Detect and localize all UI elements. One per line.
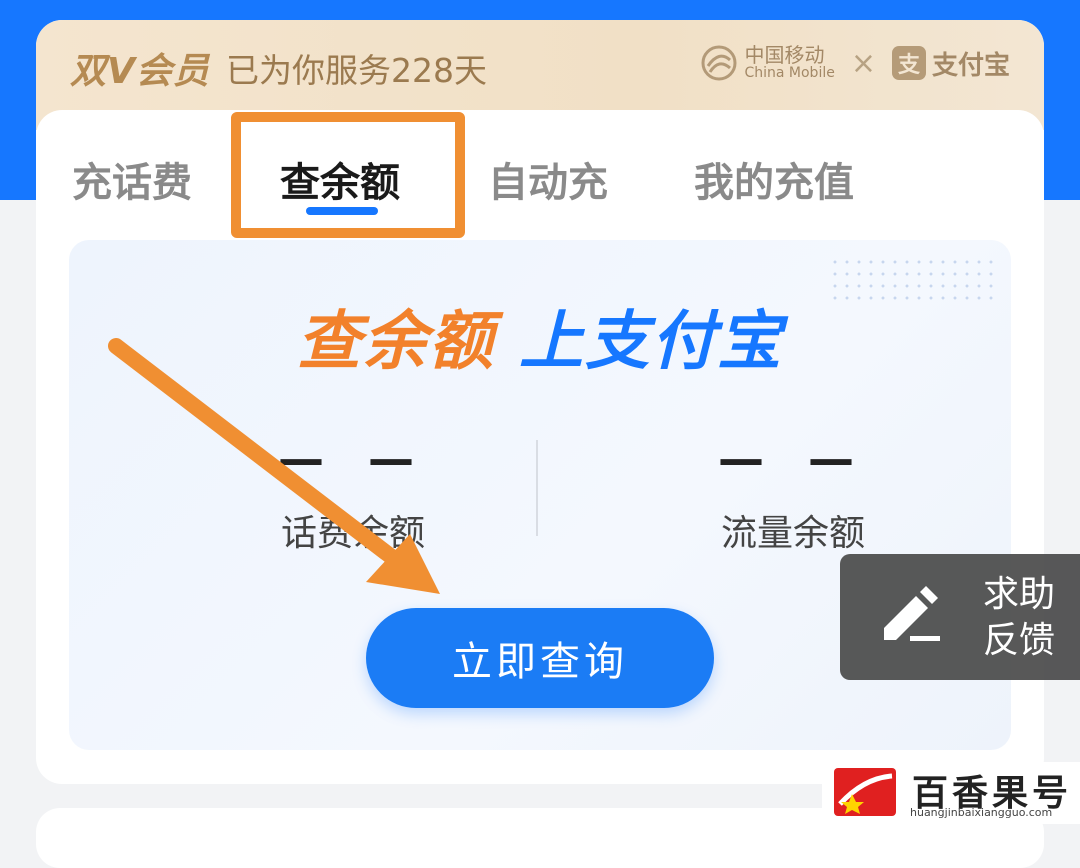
- pencil-icon: [884, 586, 940, 641]
- phone-balance-stat: — — 话费余额: [203, 432, 503, 556]
- phone-balance-value: — —: [277, 432, 428, 486]
- china-mobile-icon: [701, 45, 737, 81]
- tab-recharge[interactable]: 充话费: [72, 150, 192, 208]
- slogan: 查余额 上支付宝: [69, 290, 1011, 382]
- times-symbol: ×: [850, 45, 876, 81]
- partner-logos: 中国移动 China Mobile × 支 支付宝: [700, 44, 1010, 82]
- watermark: 百香果号 huangjinbaixiangguo.com: [822, 762, 1080, 824]
- slogan-check-balance: 查余额: [296, 305, 495, 379]
- china-mobile-cn: 中国移动: [744, 43, 825, 68]
- stat-divider: [536, 440, 538, 536]
- query-now-button[interactable]: 立即查询: [366, 608, 714, 708]
- tab-my-recharges[interactable]: 我的充值: [694, 150, 854, 208]
- phone-balance-label: 话费余额: [280, 513, 425, 554]
- vip-title: 双V会员: [70, 51, 210, 92]
- watermark-logo-icon: [834, 768, 896, 816]
- feedback-line2: 反馈: [982, 620, 1055, 661]
- china-mobile-logo: 中国移动 China Mobile: [700, 43, 835, 82]
- tab-bar: 充话费 查余额 自动充 我的充值: [36, 110, 1044, 240]
- alipay-text: 支付宝: [931, 50, 1010, 81]
- tab-auto-recharge[interactable]: 自动充: [488, 150, 608, 208]
- data-balance-label: 流量余额: [720, 513, 865, 554]
- watermark-en: huangjinbaixiangguo.com: [910, 806, 1053, 819]
- feedback-line1: 求助: [982, 574, 1055, 615]
- annotation-highlight-box: [231, 112, 465, 238]
- alipay-icon: 支: [891, 46, 926, 80]
- slogan-alipay: 上支付宝: [519, 305, 784, 379]
- data-balance-value: — —: [717, 432, 868, 486]
- data-balance-stat: — — 流量余额: [643, 432, 943, 556]
- service-days-text: 已为你服务228天: [226, 51, 487, 90]
- help-feedback-button[interactable]: 求助 反馈: [840, 554, 1080, 680]
- alipay-logo: 支 支付宝: [891, 45, 1010, 82]
- china-mobile-en: China Mobile: [744, 65, 835, 82]
